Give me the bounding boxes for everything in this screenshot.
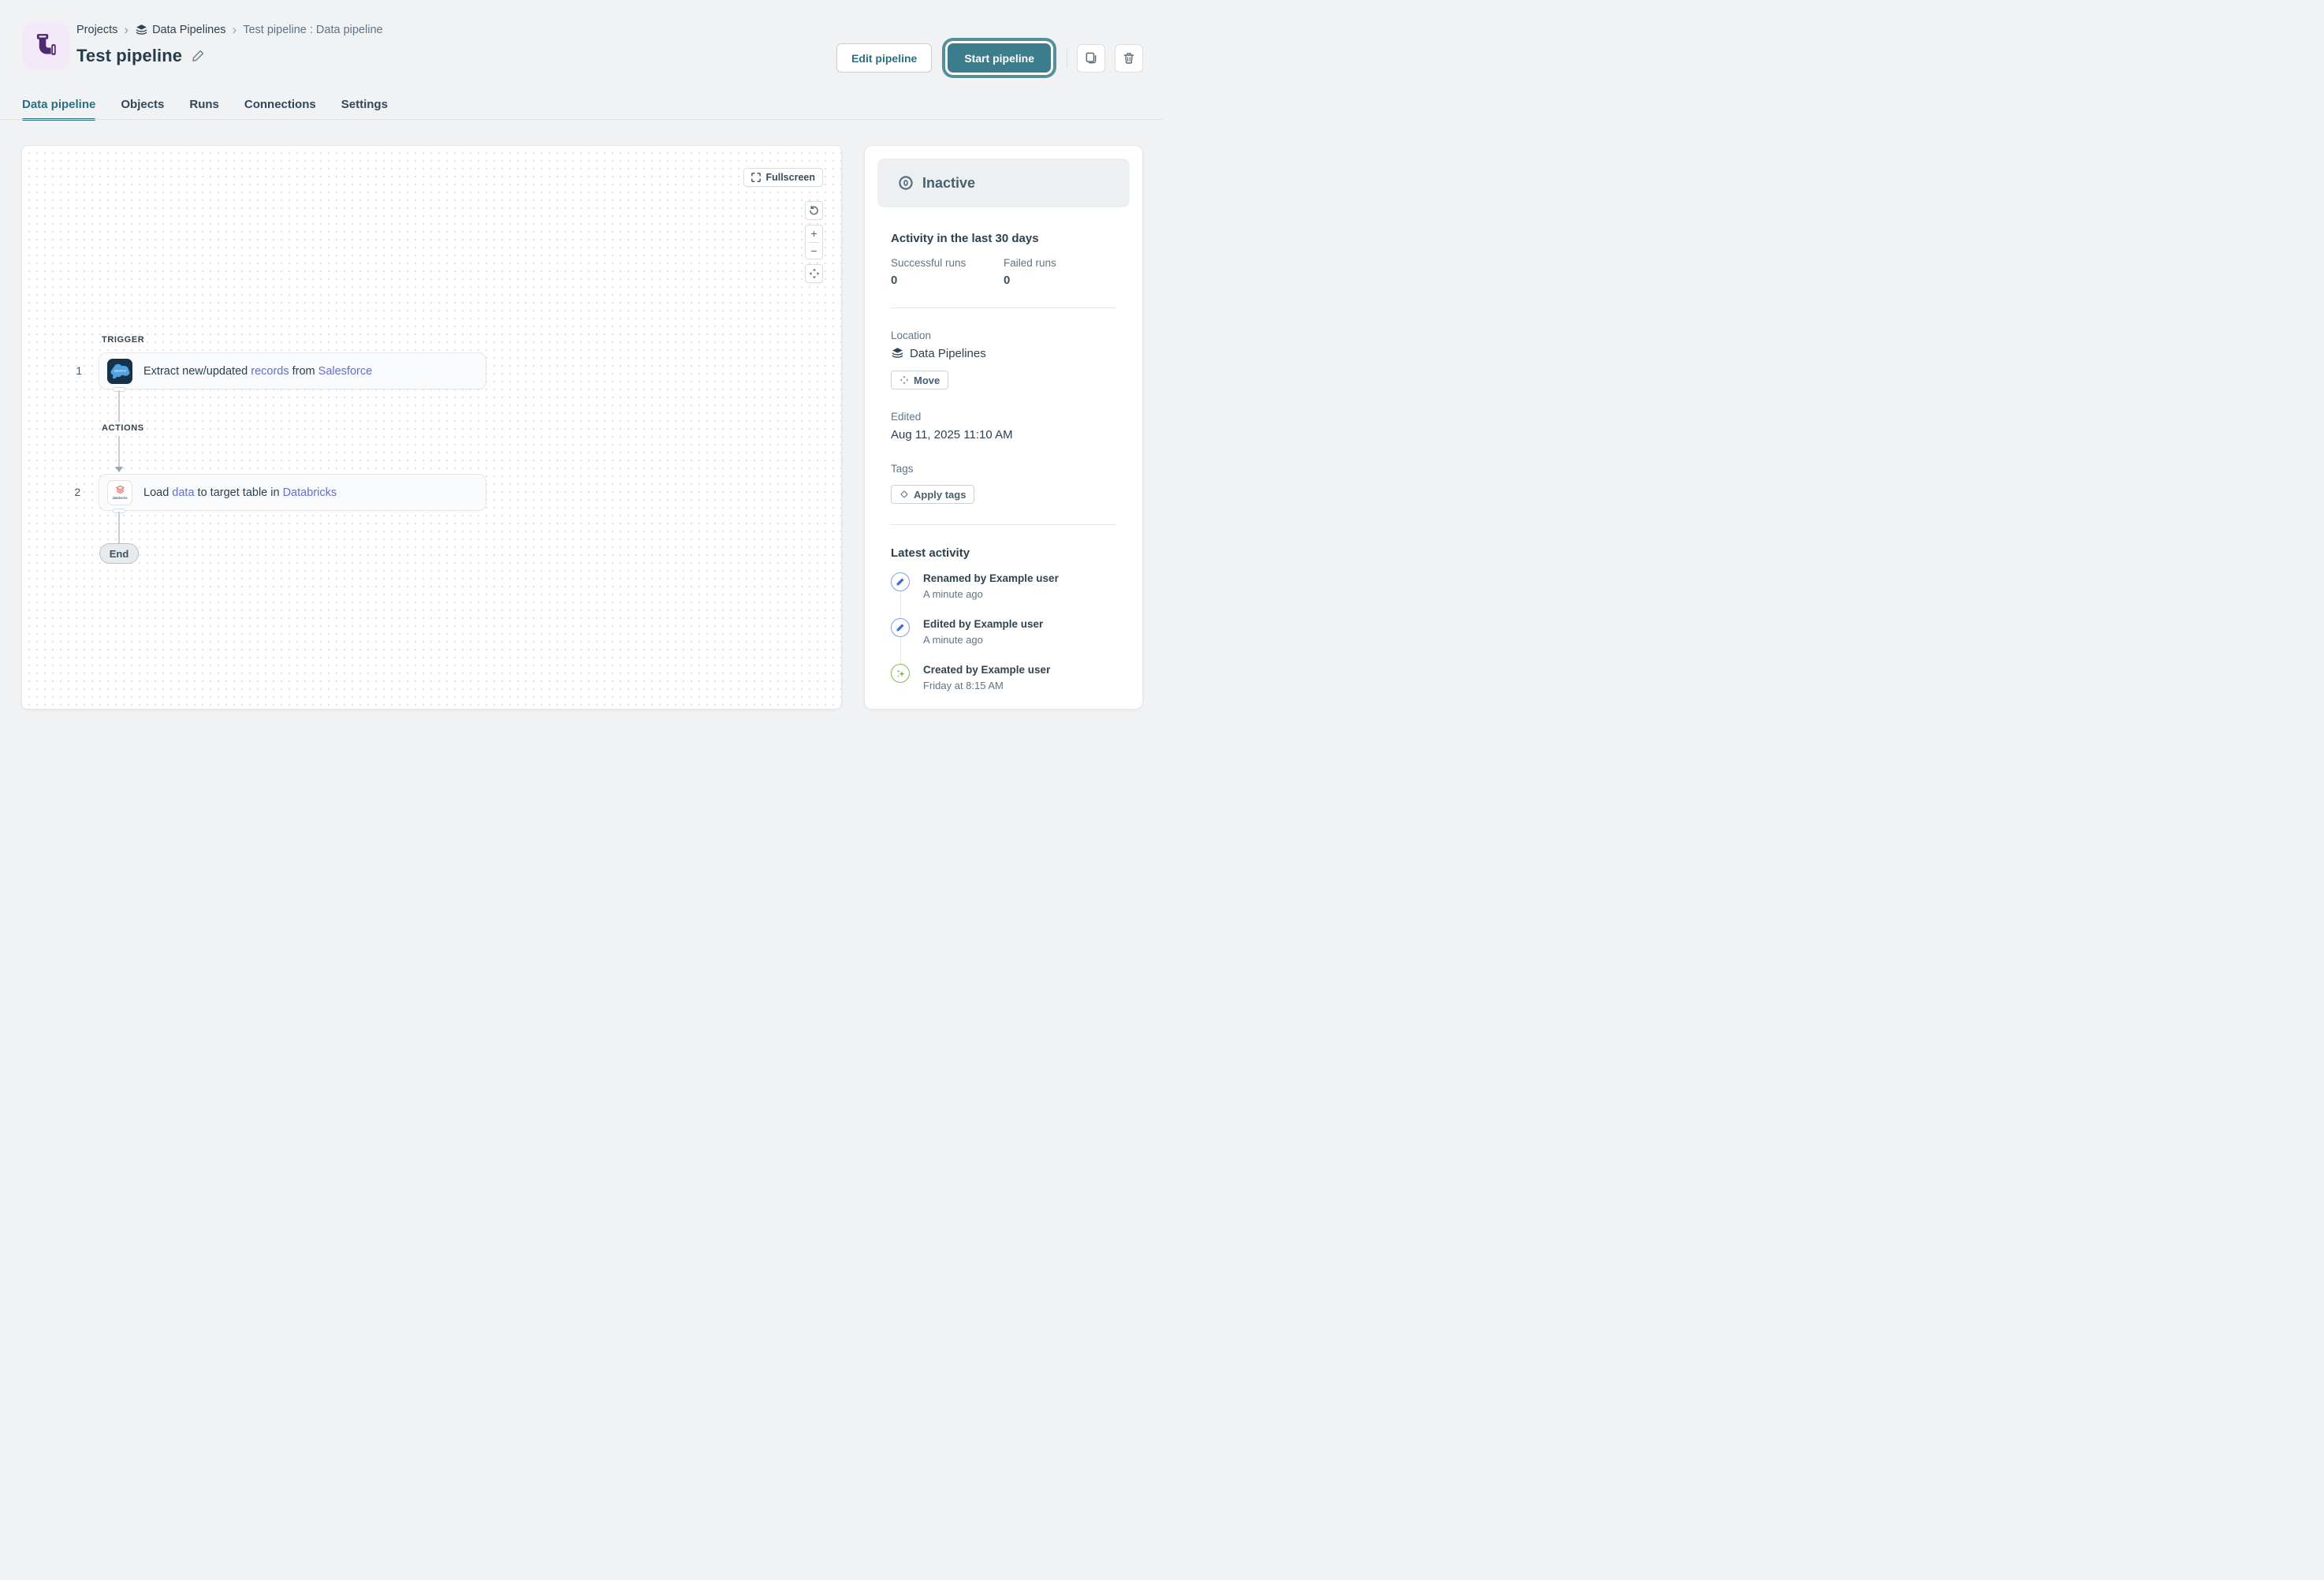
fullscreen-icon — [751, 173, 761, 182]
failed-runs-label: Failed runs — [1004, 257, 1116, 269]
tab-data-pipeline[interactable]: Data pipeline — [22, 98, 95, 121]
svg-text:salesforce: salesforce — [114, 370, 126, 373]
action-node-label: Load data to target table in Databricks — [143, 486, 337, 499]
layers-icon — [135, 24, 148, 37]
salesforce-link[interactable]: Salesforce — [318, 365, 373, 378]
fullscreen-label: Fullscreen — [765, 172, 815, 183]
trash-icon — [1123, 52, 1135, 65]
copy-icon — [1085, 51, 1098, 65]
breadcrumb-projects[interactable]: Projects — [76, 24, 117, 36]
pencil-icon — [891, 572, 910, 591]
apply-tags-label: Apply tags — [914, 489, 966, 501]
edited-label: Edited — [891, 411, 1116, 423]
move-button[interactable]: Move — [891, 371, 948, 389]
actions-section-label: ACTIONS — [102, 423, 144, 433]
tab-bar: Data pipeline Objects Runs Connections S… — [22, 98, 388, 121]
panel-content: Activity in the last 30 days Successful … — [877, 232, 1130, 691]
databricks-icon: databricks — [107, 480, 132, 505]
activity-heading: Activity in the last 30 days — [891, 232, 1116, 245]
activity-item: Created by Example user Friday at 8:15 A… — [891, 664, 1116, 691]
pan-icon — [809, 268, 820, 279]
inactive-target-icon — [898, 175, 914, 191]
edge-connector — [118, 436, 120, 467]
action-node-databricks[interactable]: databricks Load data to target table in … — [99, 474, 486, 511]
trigger-section-label: TRIGGER — [102, 335, 144, 345]
zoom-out-button[interactable]: − — [806, 243, 822, 259]
divider — [891, 307, 1116, 308]
tab-objects[interactable]: Objects — [121, 98, 164, 121]
trigger-node-label: Extract new/updated records from Salesfo… — [143, 365, 372, 378]
pipeline-app-icon — [22, 22, 69, 69]
location-label: Location — [891, 330, 1116, 341]
zoom-controls: + − — [805, 225, 823, 259]
reset-zoom-icon — [809, 206, 819, 216]
tab-runs[interactable]: Runs — [189, 98, 219, 121]
activity-item: Renamed by Example user A minute ago — [891, 572, 1116, 600]
header-actions: Edit pipeline Start pipeline — [836, 43, 1143, 73]
svg-text:databricks: databricks — [112, 496, 127, 500]
activity-timeline: Renamed by Example user A minute ago Edi… — [891, 572, 1116, 691]
move-label: Move — [914, 375, 940, 386]
databricks-link[interactable]: Databricks — [283, 486, 337, 499]
apply-tags-button[interactable]: Apply tags — [891, 485, 974, 504]
tab-connections[interactable]: Connections — [244, 98, 316, 121]
activity-title: Edited by Example user — [923, 618, 1043, 630]
divider — [891, 524, 1116, 525]
step-number: 2 — [69, 486, 80, 498]
activity-title: Renamed by Example user — [923, 572, 1059, 584]
move-icon — [899, 375, 909, 385]
tags-label: Tags — [891, 463, 1116, 475]
failed-runs-value: 0 — [1004, 274, 1116, 287]
pan-button[interactable] — [805, 264, 823, 283]
latest-activity-heading: Latest activity — [891, 546, 1116, 560]
zoom-in-button[interactable]: + — [806, 225, 822, 242]
activity-title: Created by Example user — [923, 664, 1050, 676]
activity-time: Friday at 8:15 AM — [923, 680, 1050, 691]
edge-connector — [118, 512, 120, 543]
trigger-node-salesforce[interactable]: salesforce Extract new/updated records f… — [99, 352, 486, 389]
fullscreen-button[interactable]: Fullscreen — [743, 168, 823, 187]
tab-settings[interactable]: Settings — [341, 98, 388, 121]
breadcrumb-current: Test pipeline : Data pipeline — [243, 24, 382, 36]
breadcrumb: Projects › Data Pipelines › Test pipelin… — [76, 22, 383, 38]
status-badge: Inactive — [877, 158, 1130, 207]
pipe-icon — [31, 31, 61, 61]
delete-button[interactable] — [1115, 44, 1143, 73]
start-pipeline-button[interactable]: Start pipeline — [948, 43, 1051, 73]
activity-item: Edited by Example user A minute ago — [891, 618, 1116, 646]
edge-connector — [118, 390, 120, 422]
data-link[interactable]: data — [172, 486, 194, 499]
chevron-right-icon: › — [233, 24, 237, 35]
successful-runs-label: Successful runs — [891, 257, 1004, 269]
pencil-icon — [891, 618, 910, 637]
duplicate-button[interactable] — [1077, 44, 1105, 73]
chevron-right-icon: › — [124, 24, 128, 35]
activity-time: A minute ago — [923, 634, 1043, 646]
title-row: Test pipeline — [76, 46, 204, 66]
pipeline-canvas[interactable]: TRIGGER 1 salesforce Extract new/updated… — [21, 145, 842, 710]
sparkles-icon — [891, 664, 910, 683]
edited-value: Aug 11, 2025 11:10 AM — [891, 428, 1013, 442]
tag-icon — [899, 490, 909, 499]
page-title: Test pipeline — [76, 46, 182, 66]
edit-title-pencil-icon[interactable] — [192, 50, 204, 62]
edit-pipeline-button[interactable]: Edit pipeline — [836, 43, 932, 73]
runs-stats: Successful runs 0 Failed runs 0 — [891, 257, 1116, 287]
successful-runs-value: 0 — [891, 274, 1004, 287]
location-value[interactable]: Data Pipelines — [910, 347, 986, 360]
edge-arrowhead — [115, 467, 123, 472]
layers-icon — [891, 347, 904, 360]
tabs-divider — [0, 119, 1162, 120]
reset-zoom-button[interactable] — [805, 201, 823, 220]
step-number: 1 — [71, 365, 82, 377]
status-text: Inactive — [922, 175, 975, 192]
details-panel: Inactive Activity in the last 30 days Su… — [864, 145, 1143, 710]
activity-time: A minute ago — [923, 588, 1059, 600]
records-link[interactable]: records — [251, 365, 289, 378]
salesforce-icon: salesforce — [107, 359, 132, 384]
end-node[interactable]: End — [99, 543, 139, 564]
breadcrumb-parent[interactable]: Data Pipelines — [152, 24, 226, 36]
